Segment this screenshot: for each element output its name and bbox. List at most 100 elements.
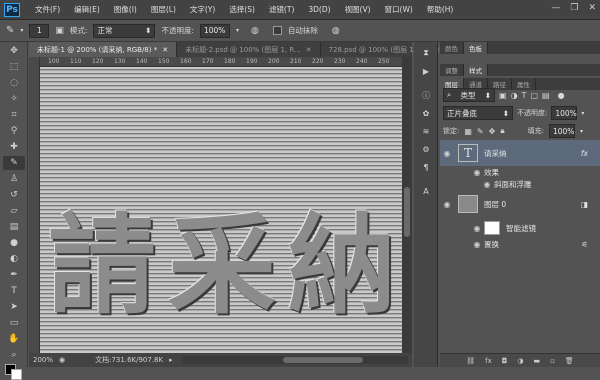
clone-source-icon[interactable]: ⚙ <box>417 142 435 156</box>
move-tool-icon[interactable]: ✥ <box>3 44 25 58</box>
actions-panel-icon[interactable]: ▶ <box>417 64 435 78</box>
brush-size-field[interactable]: 1 <box>29 23 50 38</box>
doc-tab-2[interactable]: 未标题-2.psd @ 100% (图层 1, R... ✕ <box>177 42 321 57</box>
eye-icon[interactable]: ◉ <box>470 168 484 177</box>
brush-presets-icon[interactable]: ≋ <box>417 124 435 138</box>
layer-effects-row[interactable]: ◉ 效果 <box>440 166 600 178</box>
horizontal-scrollbar[interactable] <box>182 356 408 364</box>
paragraph-panel-icon[interactable]: ¶ <box>417 160 435 174</box>
history-brush-tool-icon[interactable]: ↺ <box>3 188 25 202</box>
crop-tool-icon[interactable]: ⌗ <box>3 108 25 122</box>
lock-transparent-icon[interactable]: ▦ <box>464 127 472 136</box>
menu-file[interactable]: 文件(F) <box>28 4 67 15</box>
auto-erase-checkbox[interactable] <box>272 26 282 35</box>
path-select-tool-icon[interactable]: ➤ <box>3 300 25 314</box>
eraser-tool-icon[interactable]: ▱ <box>3 204 25 218</box>
filter-toggle-icon[interactable]: ● <box>558 91 565 100</box>
menu-type[interactable]: 文字(Y) <box>183 4 222 15</box>
close-icon[interactable]: ✕ <box>306 46 312 54</box>
new-layer-icon[interactable]: ▫ <box>550 357 555 365</box>
adjustment-layer-icon[interactable]: ◑ <box>517 357 523 365</box>
hand-tool-icon[interactable]: ✋ <box>3 332 25 346</box>
h-scroll-thumb[interactable] <box>282 357 363 363</box>
eye-icon[interactable]: ◉ <box>470 240 484 249</box>
type-tool-icon[interactable]: T <box>3 284 25 298</box>
tab-adjustments[interactable]: 调整 <box>440 64 464 76</box>
menu-edit[interactable]: 编辑(E) <box>67 4 107 15</box>
lasso-tool-icon[interactable]: ◌ <box>3 76 25 90</box>
add-mask-icon[interactable]: ◘ <box>502 357 508 365</box>
add-style-icon[interactable]: fx <box>485 357 492 365</box>
filter-adjust-icon[interactable]: ◑ <box>511 91 518 100</box>
pressure-size-icon[interactable]: ◍ <box>332 26 340 36</box>
brush-panel-icon[interactable]: ✿ <box>417 106 435 120</box>
menu-view[interactable]: 视图(V) <box>338 4 378 15</box>
shape-tool-icon[interactable]: ▭ <box>3 316 25 330</box>
lock-paint-icon[interactable]: ✎ <box>477 127 484 136</box>
restore-icon[interactable]: ❐ <box>570 3 578 13</box>
blur-tool-icon[interactable]: ● <box>3 236 25 250</box>
gradient-tool-icon[interactable]: ▤ <box>3 220 25 234</box>
color-swatches-icon[interactable] <box>3 364 25 380</box>
menu-select[interactable]: 选择(S) <box>222 4 262 15</box>
menu-help[interactable]: 帮助(H) <box>420 4 461 15</box>
layer-kind-filter[interactable]: ⌕ 类型 ⬍ <box>443 88 495 102</box>
lock-all-icon[interactable]: 🔒︎ <box>500 126 504 136</box>
tab-color[interactable]: 颜色 <box>440 42 464 54</box>
zoom-tool-icon[interactable]: ⌕ <box>3 348 25 362</box>
menu-3d[interactable]: 3D(D) <box>301 5 337 14</box>
blend-mode-select[interactable]: 正片叠底 ⬍ <box>443 106 513 120</box>
pencil-tool-icon[interactable]: ✎ <box>3 156 25 170</box>
fill-field[interactable]: 100% <box>548 124 575 138</box>
layer-row-text[interactable]: ◉ T 请采纳 fx <box>440 140 600 166</box>
pressure-opacity-icon[interactable]: ◍ <box>251 26 259 36</box>
document-canvas[interactable]: 請 采 納 <box>40 67 402 353</box>
menu-window[interactable]: 窗口(W) <box>378 4 420 15</box>
eyedropper-tool-icon[interactable]: ⚲ <box>3 124 25 138</box>
displace-filter-row[interactable]: ◉ 置换 ⚟ <box>440 238 600 250</box>
layer-row-0[interactable]: ◉ 图层 0 ◨ <box>440 192 600 216</box>
dodge-tool-icon[interactable]: ◐ <box>3 252 25 266</box>
close-icon[interactable]: ✕ <box>588 3 596 13</box>
info-panel-icon[interactable]: ⓘ <box>417 88 435 102</box>
filter-options-icon[interactable]: ⚟ <box>581 240 588 249</box>
chevron-down-icon[interactable]: ▾ <box>581 110 584 117</box>
history-panel-icon[interactable]: ⧗ <box>417 46 435 60</box>
menu-layer[interactable]: 图层(L) <box>144 4 183 15</box>
scroll-thumb[interactable] <box>404 187 410 237</box>
zoom-level[interactable]: 200% <box>33 356 53 364</box>
menu-filter[interactable]: 滤镜(T) <box>262 4 301 15</box>
character-panel-icon[interactable]: A <box>417 184 435 198</box>
eye-icon[interactable]: ◉ <box>470 224 484 233</box>
opacity-dropdown-icon[interactable]: ▾ <box>236 27 239 34</box>
vertical-scrollbar[interactable] <box>402 57 412 353</box>
filter-pixel-icon[interactable]: ▣ <box>499 91 507 100</box>
eye-icon[interactable]: ◉ <box>440 200 454 209</box>
status-menu-icon[interactable]: ◉ <box>59 356 65 364</box>
status-arrow-icon[interactable]: ▸ <box>169 356 173 364</box>
close-icon[interactable]: ✕ <box>162 46 168 54</box>
brush-panel-icon[interactable]: ▣ <box>55 26 64 36</box>
pencil-tool-icon[interactable]: ✎ <box>6 25 14 36</box>
filter-shape-icon[interactable]: ▢ <box>530 91 538 100</box>
marquee-tool-icon[interactable]: ⬚ <box>3 60 25 74</box>
pen-tool-icon[interactable]: ✒ <box>3 268 25 282</box>
filter-type-icon[interactable]: T <box>522 91 527 100</box>
layer-bevel-row[interactable]: ◉ 斜面和浮雕 <box>440 178 600 190</box>
smart-filter-row[interactable]: ◉ 智能滤镜 <box>440 218 600 238</box>
chevron-down-icon[interactable]: ▾ <box>580 128 583 135</box>
link-icon[interactable]: ⛓ <box>466 357 475 365</box>
tab-styles[interactable]: 样式 <box>464 64 488 76</box>
trash-icon[interactable]: 🗑︎ <box>565 357 574 365</box>
fx-icon[interactable]: fx <box>581 149 588 158</box>
opacity-field[interactable]: 100% <box>199 23 230 38</box>
doc-tab-1[interactable]: 未标题-1 @ 200% (请采纳, RGB/8) * ✕ <box>29 42 178 57</box>
minimize-icon[interactable]: — <box>551 3 560 13</box>
tool-preset-dropdown-icon[interactable]: ▾ <box>20 27 23 34</box>
clone-stamp-tool-icon[interactable]: ♙ <box>3 172 25 186</box>
filter-smart-icon[interactable]: ▤ <box>542 91 550 100</box>
eye-icon[interactable]: ◉ <box>440 149 454 158</box>
menu-image[interactable]: 图像(I) <box>107 4 144 15</box>
eye-icon[interactable]: ◉ <box>480 180 494 189</box>
quick-select-tool-icon[interactable]: ✧ <box>3 92 25 106</box>
